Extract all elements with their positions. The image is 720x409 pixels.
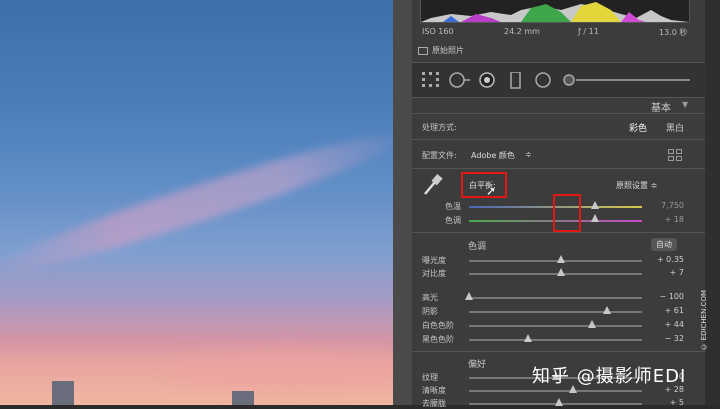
slider-label: 高光 [422, 293, 438, 302]
slider-track[interactable] [469, 260, 642, 262]
slider-thumb[interactable] [603, 306, 612, 314]
tool-strip [412, 62, 705, 98]
checkbox-icon[interactable] [418, 46, 428, 55]
profile-select[interactable]: Adobe 颜色 [471, 150, 515, 161]
slider-value[interactable]: + 61 [644, 306, 684, 315]
radial-filter-icon[interactable] [534, 72, 552, 90]
tint-slider-thumb[interactable] [591, 214, 600, 222]
panel-title-basic[interactable]: 基本 [651, 99, 671, 114]
slider-value[interactable]: − 32 [644, 334, 684, 343]
divider [412, 139, 705, 140]
cloud-low [170, 350, 393, 390]
divider [412, 232, 705, 233]
redeye-icon[interactable] [478, 72, 496, 90]
slider-label: 清晰度 [422, 386, 446, 395]
iso-readout: ISO 160 [422, 27, 454, 36]
slider-track[interactable] [469, 325, 642, 327]
slider-value[interactable]: + 5 [644, 398, 684, 407]
spot-removal-icon[interactable] [449, 72, 471, 88]
slider-thumb[interactable] [556, 268, 565, 276]
slider-thumb[interactable] [523, 334, 532, 342]
building-left [52, 381, 74, 405]
aperture-readout: ƒ / 11 [578, 27, 599, 36]
tone-title: 色调 [468, 242, 487, 252]
slider-track[interactable] [469, 297, 642, 299]
tone-auto-button[interactable]: 自动 [651, 238, 677, 251]
profile-label: 配置文件: [422, 151, 457, 160]
highlight-box-wb-label [461, 172, 507, 198]
treatment-bw-button[interactable]: 黑白 [666, 121, 684, 134]
cloud-streak [0, 117, 393, 289]
collapse-triangle-icon[interactable]: ▼ [682, 100, 688, 109]
presence-title: 偏好 [468, 360, 487, 370]
slider-value[interactable]: + 44 [644, 320, 684, 329]
building-right [232, 391, 254, 405]
temp-label: 色温 [445, 202, 461, 211]
treatment-label: 处理方式: [422, 123, 457, 132]
tint-value[interactable]: + 18 [644, 215, 684, 224]
shutter-readout: 13.0 秒 [659, 28, 688, 37]
photo-preview [0, 0, 393, 405]
temp-value[interactable]: 7,750 [644, 201, 684, 210]
highlight-box-wb-sliders [553, 194, 581, 232]
slider-label: 去朦胧 [422, 399, 446, 408]
slider-thumb[interactable] [556, 255, 565, 263]
slider-label: 白色色阶 [422, 321, 454, 330]
treatment-color-button[interactable]: 彩色 [629, 121, 647, 134]
temp-slider-thumb[interactable] [591, 201, 600, 209]
side-credit: © EDICHEN.COM [700, 290, 708, 351]
show-original-toggle[interactable]: 原始照片 [418, 45, 464, 56]
slider-track[interactable] [469, 311, 642, 313]
slider-label: 黑色色阶 [422, 335, 454, 344]
watermark: 知乎 @摄影师EDI [532, 366, 687, 387]
slider-value[interactable]: + 0.35 [644, 255, 684, 264]
develop-panel: ISO 160 24.2 mm ƒ / 11 13.0 秒 原始照片 基本 ▼ … [393, 0, 720, 408]
adjustment-brush-icon[interactable] [562, 72, 692, 88]
slider-track[interactable] [469, 390, 642, 392]
histogram [420, 0, 690, 23]
divider [412, 351, 705, 352]
divider [412, 113, 705, 114]
original-label: 原始照片 [432, 46, 464, 55]
histogram-graph [421, 2, 689, 22]
focal-readout: 24.2 mm [504, 27, 540, 36]
tint-label: 色调 [445, 216, 461, 225]
profile-browser-grid-icon[interactable] [668, 149, 682, 161]
slider-track[interactable] [469, 273, 642, 275]
slider-label: 阴影 [422, 307, 438, 316]
slider-label: 纹理 [422, 373, 438, 382]
crop-grid-icon[interactable] [422, 72, 440, 88]
slider-label: 对比度 [422, 269, 446, 278]
slider-label: 曝光度 [422, 256, 446, 265]
graduated-filter-icon[interactable] [510, 72, 522, 90]
slider-thumb[interactable] [465, 292, 473, 300]
slider-value[interactable]: − 100 [644, 292, 684, 301]
wb-preset-select[interactable]: 原照设置 ≑ [616, 180, 657, 191]
slider-thumb[interactable] [587, 320, 596, 328]
slider-value[interactable]: + 7 [644, 268, 684, 277]
profile-select-arrow-icon[interactable]: ≑ [525, 150, 532, 159]
wb-eyedropper-icon[interactable] [422, 173, 444, 197]
divider [412, 168, 705, 169]
slider-track[interactable] [469, 339, 642, 341]
